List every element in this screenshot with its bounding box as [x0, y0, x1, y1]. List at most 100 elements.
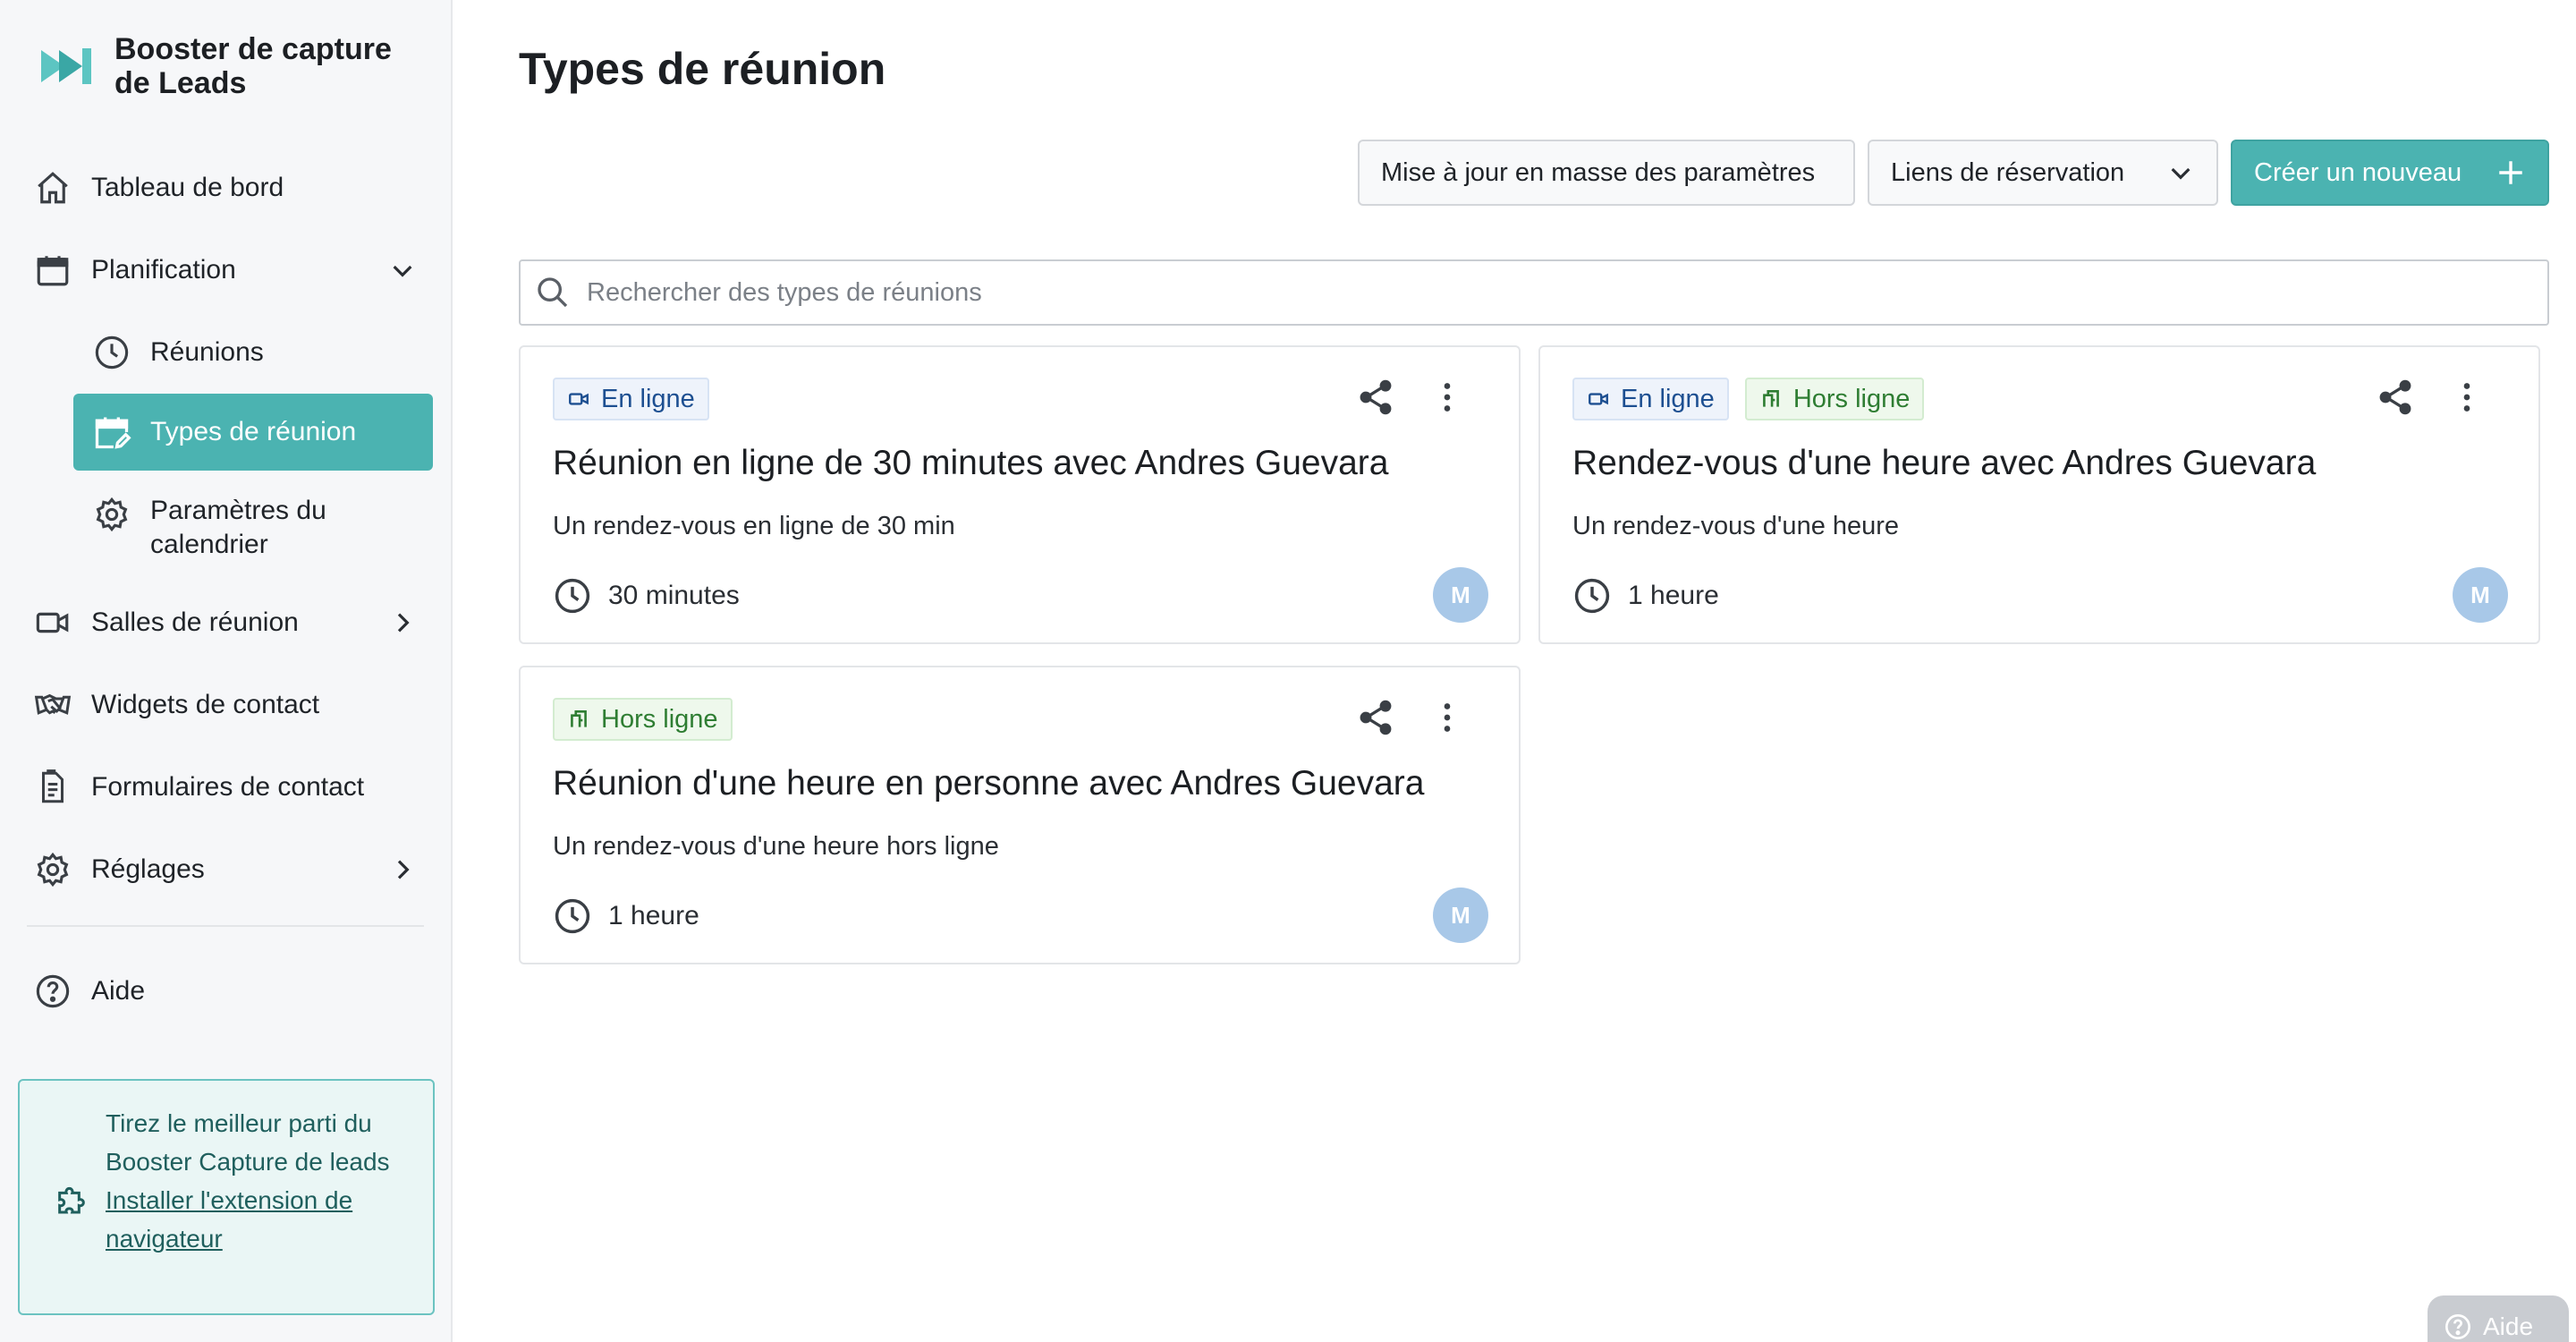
sidebar-item-label: Planification — [91, 255, 236, 285]
handshake-icon — [1762, 390, 1779, 407]
search-input[interactable] — [587, 277, 2547, 308]
card-actions — [2376, 378, 2485, 417]
create-new-button[interactable]: Créer un nouveau — [2231, 140, 2549, 206]
card-title[interactable]: Réunion d'une heure en personne avec And… — [553, 764, 1424, 803]
plus-icon — [2499, 161, 2522, 184]
card-actions — [1356, 698, 1465, 737]
card-actions — [1356, 378, 1465, 417]
extension-promo: Tirez le meilleur parti du Booster Captu… — [18, 1079, 435, 1315]
online-tag: En ligne — [1572, 378, 1729, 420]
sidebar-item-dashboard[interactable]: Tableau de bord — [32, 159, 284, 217]
chevron-right-icon[interactable] — [388, 608, 417, 637]
sidebar-item-label: Aide — [91, 976, 146, 1006]
sidebar-item-settings[interactable]: Réglages — [32, 841, 417, 898]
avatar: M — [1433, 567, 1488, 623]
avatar: M — [1433, 888, 1488, 943]
video-icon — [1589, 393, 1608, 405]
avatar: M — [2453, 567, 2508, 623]
brand-name: Booster de capture de Leads — [114, 32, 392, 100]
bulk-update-button[interactable]: Mise à jour en masse des paramètres — [1358, 140, 1855, 206]
more-vertical-icon[interactable] — [1429, 698, 1465, 737]
booking-links-dropdown[interactable]: Liens de réservation — [1868, 140, 2218, 206]
sidebar-item-calendar-settings[interactable]: Paramètres du calendrier — [91, 494, 365, 569]
card-duration: 30 minutes — [553, 576, 740, 616]
sidebar-item-label: Réglages — [91, 854, 205, 884]
sidebar-item-label: Tableau de bord — [91, 173, 284, 202]
sidebar-item-label: Salles de réunion — [91, 607, 299, 637]
create-new-label: Créer un nouveau — [2254, 157, 2462, 187]
more-vertical-icon[interactable] — [2449, 378, 2485, 417]
meeting-type-card[interactable]: En ligne Réunion en ligne de 30 minutes … — [519, 345, 1521, 644]
calendar-icon — [32, 250, 73, 291]
video-icon — [32, 602, 73, 643]
sidebar-item-meeting-rooms[interactable]: Salles de réunion — [32, 594, 417, 651]
help-icon — [32, 971, 73, 1012]
video-icon — [569, 393, 589, 405]
tag-list: En ligne Hors ligne — [1572, 378, 1940, 420]
meeting-type-card[interactable]: En ligne Hors ligne Rendez-vous d'une he… — [1538, 345, 2540, 644]
sidebar-divider — [27, 925, 424, 927]
tag-list: Hors ligne — [553, 698, 749, 741]
duration-label: 1 heure — [1628, 581, 1719, 610]
sidebar-item-contact-forms[interactable]: Formulaires de contact — [32, 759, 364, 816]
clock-icon — [555, 898, 590, 934]
card-duration: 1 heure — [1572, 576, 1719, 616]
card-title[interactable]: Rendez-vous d'une heure avec Andres Guev… — [1572, 444, 2316, 483]
sidebar-item-label: Formulaires de contact — [91, 772, 365, 802]
puzzle-icon — [58, 1186, 85, 1214]
promo-text: Tirez le meilleur parti du Booster Captu… — [106, 1109, 390, 1176]
home-icon — [32, 167, 73, 208]
page-title: Types de réunion — [519, 44, 886, 94]
share-icon[interactable] — [2376, 378, 2415, 417]
handshake-icon — [32, 684, 73, 726]
tag-label: En ligne — [1621, 384, 1715, 413]
card-duration: 1 heure — [553, 896, 699, 936]
chevron-down-icon — [2171, 167, 2190, 180]
tag-label: Hors ligne — [1792, 384, 1911, 413]
duration-label: 1 heure — [608, 901, 699, 930]
sidebar-item-label: Widgets de contact — [91, 690, 320, 719]
sidebar-item-label: Réunions — [150, 337, 264, 367]
share-icon[interactable] — [1356, 698, 1395, 737]
main-content: Types de réunion Mise à jour en masse de… — [454, 0, 2576, 1342]
brand[interactable]: Booster de capture de Leads — [39, 32, 410, 100]
tag-label: En ligne — [601, 384, 695, 413]
tag-label: Hors ligne — [601, 704, 718, 734]
sidebar-item-reunions[interactable]: Réunions — [91, 324, 264, 381]
sidebar-item-types-de-reunion[interactable]: Types de réunion — [73, 394, 433, 471]
form-icon — [32, 767, 73, 808]
more-vertical-icon[interactable] — [1429, 378, 1465, 417]
gear-icon — [32, 849, 73, 890]
help-icon — [2445, 1314, 2470, 1339]
booking-links-label: Liens de réservation — [1891, 157, 2125, 187]
card-description: Un rendez-vous d'une heure — [1572, 512, 1900, 540]
sidebar-item-help[interactable]: Aide — [32, 963, 145, 1020]
help-fab-button[interactable]: Aide — [2428, 1295, 2569, 1342]
search-bar[interactable] — [519, 259, 2549, 326]
sidebar-item-label: Paramètres du calendrier — [150, 496, 326, 559]
card-description: Un rendez-vous d'une heure hors ligne — [553, 832, 999, 861]
card-description: Un rendez-vous en ligne de 30 min — [553, 512, 955, 540]
share-icon[interactable] — [1356, 378, 1395, 417]
install-extension-link[interactable]: Installer l'extension de navigateur — [106, 1186, 352, 1253]
online-tag: En ligne — [553, 378, 709, 420]
card-title[interactable]: Réunion en ligne de 30 minutes avec Andr… — [553, 444, 1388, 483]
meeting-type-card[interactable]: Hors ligne Réunion d'une heure en person… — [519, 666, 1521, 964]
clock-icon — [91, 332, 132, 373]
sidebar-item-contact-widgets[interactable]: Widgets de contact — [32, 676, 319, 734]
gear-icon — [91, 494, 132, 535]
offline-tag: Hors ligne — [553, 698, 733, 741]
chevron-right-icon[interactable] — [388, 855, 417, 884]
sidebar: Booster de capture de Leads Tableau de b… — [0, 0, 453, 1342]
handshake-icon — [571, 710, 587, 727]
duration-label: 30 minutes — [608, 581, 740, 610]
search-icon — [538, 277, 568, 308]
sidebar-item-label: Types de réunion — [150, 417, 357, 446]
clock-icon — [555, 578, 590, 614]
offline-tag: Hors ligne — [1744, 378, 1925, 420]
sidebar-item-planification[interactable]: Planification — [32, 242, 417, 299]
calendar-edit-icon — [91, 412, 132, 453]
chevron-down-icon[interactable] — [388, 256, 417, 285]
booster-logo-icon — [41, 48, 91, 84]
help-fab-label: Aide — [2483, 1312, 2534, 1340]
